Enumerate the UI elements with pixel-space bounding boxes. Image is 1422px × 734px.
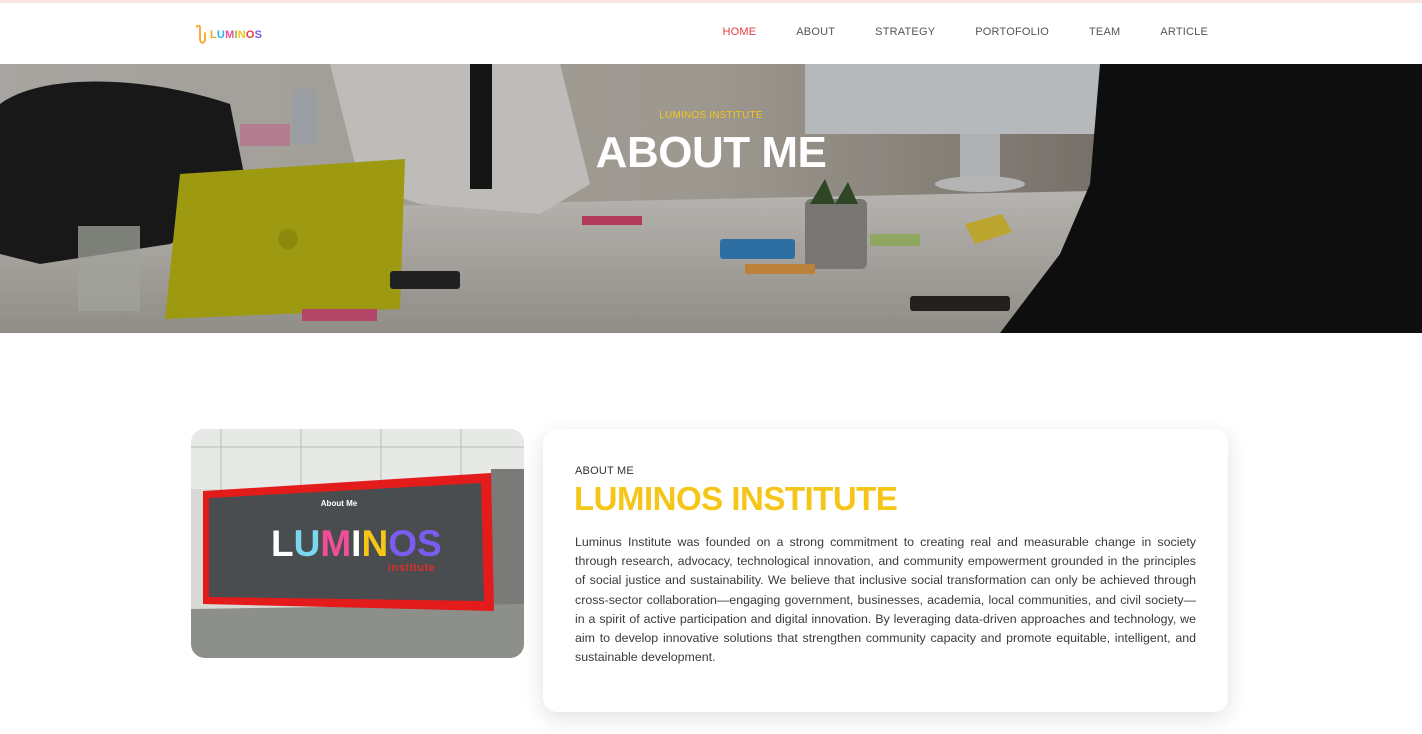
logo-letter: S (254, 28, 263, 41)
nav-about[interactable]: ABOUT (796, 26, 835, 38)
sign-logo-wordmark: LUMINOS (271, 525, 442, 562)
about-photo: About Me LUMINOS institute (191, 429, 524, 658)
main-navigation: HOME ABOUT STRATEGY PORTOFOLIO TEAM ARTICLE (722, 26, 1208, 38)
sign-logo-letter: U (293, 523, 321, 564)
logo-letter: N (237, 28, 246, 41)
about-title: LUMINOS INSTITUTE (574, 480, 898, 517)
sign-logo-letter: S (416, 523, 442, 564)
hero-kicker: LUMINOS INSTITUTE (659, 110, 763, 121)
logo-letter: U (216, 28, 226, 41)
sign-logo-letter: M (320, 523, 352, 564)
hero-title: ABOUT ME (595, 128, 827, 177)
sign-logo-letter: O (388, 523, 417, 564)
about-description: Luminus Institute was founded on a stron… (575, 535, 1196, 665)
nav-team[interactable]: TEAM (1089, 26, 1120, 38)
logo-wordmark: LUMINOS (210, 28, 263, 41)
hero-dark-overlay (0, 64, 1422, 333)
sign-logo-letter: N (361, 523, 389, 564)
logo-mark-icon (196, 25, 206, 44)
sign-title: About Me (320, 499, 358, 508)
logo-letter: M (225, 28, 235, 41)
nav-home[interactable]: HOME (722, 26, 756, 38)
nav-strategy[interactable]: STRATEGY (875, 26, 935, 38)
about-kicker: ABOUT ME (575, 465, 634, 477)
sign-subtitle: institute (388, 562, 436, 574)
nav-portofolio[interactable]: PORTOFOLIO (975, 26, 1049, 38)
nav-article[interactable]: ARTICLE (1160, 26, 1208, 38)
about-card: ABOUT ME LUMINOS INSTITUTE Luminus Insti… (543, 429, 1228, 712)
logo-letter: L (210, 28, 217, 41)
sign-logo-letter: I (351, 523, 362, 564)
logo-letter: O (245, 28, 255, 41)
top-navbar: LUMINOS HOME ABOUT STRATEGY PORTOFOLIO TEAM A… (0, 3, 1422, 64)
hero-banner: LUMINOS INSTITUTE ABOUT ME (0, 64, 1422, 333)
site-logo[interactable]: LUMINOS (195, 24, 262, 46)
sign-logo-letter: L (271, 523, 294, 564)
